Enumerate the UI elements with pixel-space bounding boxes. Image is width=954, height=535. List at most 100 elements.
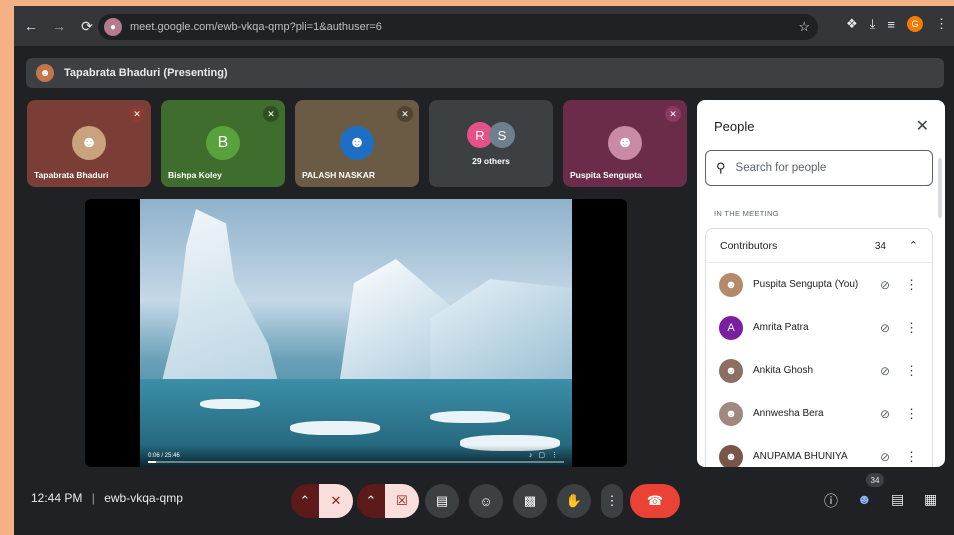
- others-tile[interactable]: R S 29 others: [429, 100, 553, 187]
- meeting-details-icon[interactable]: ⓘ: [824, 491, 838, 511]
- address-bar[interactable]: ● meet.google.com/ewb-vkqa-qmp?pli=1&aut…: [98, 14, 818, 40]
- ice-floe: [200, 399, 260, 409]
- others-count: 29 others: [472, 156, 510, 166]
- more-options-icon[interactable]: ⋮: [905, 449, 918, 465]
- scrollbar[interactable]: [938, 158, 942, 218]
- avatar: ☻: [340, 126, 374, 160]
- participant-name: Annwesha Bera: [753, 408, 824, 419]
- list-item[interactable]: ☻ Puspita Sengupta (You) ⊘ ⋮: [706, 263, 932, 306]
- panel-title: People: [714, 119, 755, 134]
- mic-toggle-button[interactable]: ✕: [319, 484, 353, 518]
- video-progress[interactable]: [148, 461, 564, 463]
- leave-call-button[interactable]: ☎: [630, 484, 680, 518]
- mic-off-icon: ✕: [263, 106, 279, 122]
- avatar: ☻: [719, 401, 743, 426]
- video-time: 0:06 / 25:46: [148, 453, 180, 459]
- iceberg-image: [160, 209, 280, 389]
- audio-options-chevron[interactable]: ⌃: [291, 484, 319, 518]
- ice-floe: [290, 421, 380, 435]
- more-options-button[interactable]: ⋮: [601, 484, 623, 518]
- list-item[interactable]: ☻ Ankita Ghosh ⊘ ⋮: [706, 349, 932, 392]
- video-options-chevron[interactable]: ⌃: [357, 484, 385, 518]
- list-item[interactable]: A Amrita Patra ⊘ ⋮: [706, 306, 932, 349]
- group-count: 34: [874, 241, 886, 252]
- captions-icon: ▩: [523, 493, 537, 508]
- mic-off-icon: ⊘: [879, 363, 890, 378]
- participant-name: Amrita Patra: [753, 322, 809, 333]
- participant-name: Puspita Sengupta (You): [753, 279, 859, 290]
- participant-name: Bishpa Koley: [168, 170, 222, 180]
- bookmark-star-icon[interactable]: ☆: [798, 19, 810, 35]
- mic-off-icon: ✕: [397, 106, 413, 122]
- media-controls-icon[interactable]: ≡: [887, 17, 895, 32]
- mic-off-icon: ⊘: [879, 320, 890, 335]
- hang-up-icon: ☎: [646, 493, 664, 508]
- avatar: ☻: [608, 126, 642, 160]
- presenting-bar: ☻ Tapabrata Bhaduri (Presenting): [26, 58, 944, 88]
- close-icon[interactable]: ✕: [916, 116, 929, 136]
- contributors-header[interactable]: Contributors 34 ⌃: [706, 229, 932, 263]
- participant-name: Ankita Ghosh: [753, 365, 814, 376]
- forward-icon[interactable]: →: [48, 15, 70, 37]
- browser-menu-icon[interactable]: ⋮: [935, 16, 948, 32]
- mic-off-icon: ✕: [129, 106, 145, 122]
- mic-off-icon: ⊘: [879, 406, 890, 421]
- mic-off-icon: ⊘: [879, 449, 890, 464]
- url-text[interactable]: meet.google.com/ewb-vkqa-qmp?pli=1&authu…: [130, 21, 382, 33]
- present-icon: ▤: [435, 493, 449, 508]
- participant-tile[interactable]: ✕ ☻ Tapabrata Bhaduri: [27, 100, 151, 187]
- profile-avatar[interactable]: G: [907, 16, 923, 32]
- iceberg-image: [430, 279, 572, 379]
- people-icon[interactable]: ☻: [857, 491, 872, 507]
- emoji-icon: ☺: [479, 493, 493, 509]
- chevron-up-icon[interactable]: ⌃: [909, 239, 918, 252]
- separator: |: [91, 491, 95, 505]
- presenter-avatar: ☻: [36, 64, 54, 82]
- search-box[interactable]: ⚲: [705, 150, 933, 186]
- more-options-icon: ⋮: [605, 493, 619, 508]
- hand-icon: ✋: [565, 493, 583, 508]
- meet-window: ← → ⟳ ● meet.google.com/ewb-vkqa-qmp?pli…: [14, 6, 954, 535]
- presentation-area: 0:06 / 25:46 ♪▢⋮: [85, 199, 627, 467]
- participant-name: Tapabrata Bhaduri: [34, 170, 109, 180]
- more-options-icon[interactable]: ⋮: [905, 320, 918, 336]
- reactions-button[interactable]: ☺: [469, 484, 503, 518]
- people-panel: People ✕ ⚲ IN THE MEETING Contributors 3…: [697, 100, 945, 467]
- download-icon[interactable]: ⤓: [870, 16, 876, 32]
- others-avatars: R S: [429, 122, 553, 148]
- site-info-icon[interactable]: ●: [104, 18, 122, 36]
- more-options-icon[interactable]: ⋮: [905, 277, 918, 293]
- clock-time: 12:44 PM: [31, 491, 83, 505]
- captions-button[interactable]: ▩: [513, 484, 547, 518]
- participant-tile[interactable]: ✕ ☻ PALASH NASKAR: [295, 100, 419, 187]
- avatar: ☻: [72, 126, 106, 160]
- more-options-icon[interactable]: ⋮: [905, 406, 918, 422]
- present-screen-button[interactable]: ▤: [425, 484, 459, 518]
- contributors-group: Contributors 34 ⌃ ☻ Puspita Sengupta (Yo…: [705, 228, 933, 467]
- presented-video[interactable]: 0:06 / 25:46 ♪▢⋮: [140, 199, 572, 467]
- avatar: ☻: [719, 272, 743, 297]
- chat-icon[interactable]: ▤: [891, 491, 904, 508]
- video-control-icons[interactable]: ♪▢⋮: [529, 451, 564, 459]
- extensions-icon[interactable]: ❖: [846, 16, 858, 32]
- back-icon[interactable]: ←: [20, 15, 42, 37]
- meeting-code: ewb-vkqa-qmp: [104, 491, 183, 505]
- meeting-controls: 12:44 PM | ewb-vkqa-qmp ⌃ ✕ ⌃ ☒ ▤ ☺ ▩ ✋ …: [14, 473, 954, 528]
- activities-icon[interactable]: ▦: [924, 491, 937, 508]
- participant-tile[interactable]: ✕ B Bishpa Koley: [161, 100, 285, 187]
- mic-off-icon: ⊘: [879, 277, 890, 292]
- more-options-icon[interactable]: ⋮: [905, 363, 918, 379]
- camera-toggle-button[interactable]: ☒: [385, 484, 419, 518]
- avatar: ☻: [719, 358, 743, 383]
- avatar: A: [719, 315, 743, 340]
- raise-hand-button[interactable]: ✋: [557, 484, 591, 518]
- browser-actions: ❖ ⤓ ≡ G ⋮: [846, 16, 948, 32]
- participant-tile[interactable]: ✕ ☻ Puspita Sengupta: [563, 100, 687, 187]
- list-item[interactable]: ☻ Annwesha Bera ⊘ ⋮: [706, 392, 932, 435]
- section-heading: IN THE MEETING: [714, 209, 779, 218]
- search-input[interactable]: [735, 162, 916, 174]
- presenting-label: Tapabrata Bhaduri (Presenting): [64, 67, 228, 79]
- participant-count-badge: 34: [866, 473, 884, 487]
- list-item[interactable]: ☻ ANUPAMA BHUNIYA ⊘ ⋮: [706, 435, 932, 467]
- reload-icon[interactable]: ⟳: [76, 15, 98, 37]
